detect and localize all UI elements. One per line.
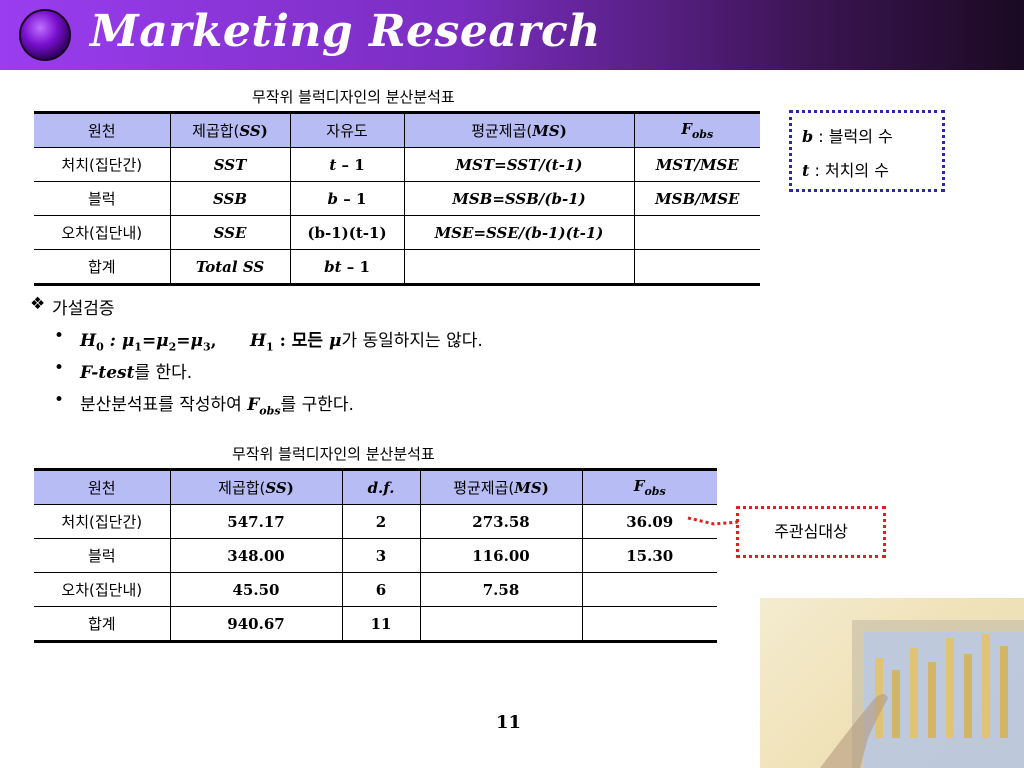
legend-t: t : 처치의 수 [802, 161, 889, 180]
col-header-fobs: Fobs [633, 111, 760, 148]
row-ms [419, 606, 582, 643]
row-source: 처치(집단간) [34, 147, 170, 182]
table-row: 블럭 348.00 3 116.00 15.30 [34, 538, 717, 573]
row-ss: 348.00 [169, 538, 342, 573]
row-ms: MST=SST/(t-1) [403, 147, 634, 182]
page-number: 11 [496, 712, 522, 733]
row-fobs: MST/MSE [633, 147, 760, 182]
row-ss: Total SS [169, 249, 290, 286]
row-ms: MSB=SSB/(b-1) [403, 181, 634, 216]
row-fobs [581, 572, 717, 607]
row-source: 처치(집단간) [34, 504, 170, 539]
row-ms [403, 249, 634, 286]
col-header-ss: 제곱합(SS) [169, 468, 342, 505]
row-ss: 45.50 [169, 572, 342, 607]
col-header-ss: 제곱합(SS) [169, 111, 290, 148]
bullet-dot-icon: • [54, 326, 65, 346]
focus-callout: 주관심대상 [736, 506, 886, 558]
row-df: 11 [341, 606, 420, 643]
bullet-dot-icon: • [54, 358, 65, 378]
row-ss: 547.17 [169, 504, 342, 539]
purple-sphere-icon [19, 9, 71, 61]
row-df: 6 [341, 572, 420, 607]
row-ms: 273.58 [419, 504, 582, 539]
row-fobs: 15.30 [581, 538, 717, 573]
title-bar: Marketing Research [0, 0, 1024, 70]
row-df: 3 [341, 538, 420, 573]
row-ss: SSB [169, 181, 290, 216]
anova-numeric-table: 원천 제곱합(SS) d.f. 평균제곱(MS) Fobs 처치(집단간) 54… [34, 468, 717, 643]
bullet-dot-icon: • [54, 390, 65, 410]
row-source: 블럭 [34, 538, 170, 573]
table2-caption: 무작위 블럭디자인의 분산분석표 [232, 445, 435, 463]
table-row: 처치(집단간) SST t – 1 MST=SST/(t-1) MST/MSE [34, 147, 760, 182]
table1-caption: 무작위 블럭디자인의 분산분석표 [252, 88, 455, 106]
row-source: 블럭 [34, 181, 170, 216]
table-row: 합계 Total SS bt – 1 [34, 249, 760, 286]
monitor-chart-illustration [820, 620, 1024, 768]
row-source: 합계 [34, 249, 170, 286]
table-row: 블럭 SSB b – 1 MSB=SSB/(b-1) MSB/MSE [34, 181, 760, 216]
col-header-df: 자유도 [289, 111, 404, 148]
diamond-bullet-icon: ❖ [30, 294, 46, 314]
row-ms: MSE=SSE/(b-1)(t-1) [403, 215, 634, 250]
slide-title: Marketing Research [90, 6, 601, 57]
table-row: 합계 940.67 11 [34, 606, 717, 643]
row-ss: SST [169, 147, 290, 182]
col-header-fobs: Fobs [581, 468, 717, 505]
col-header-source: 원천 [34, 111, 170, 148]
col-header-df: d.f. [341, 468, 420, 505]
anova-formula-table: 원천 제곱합(SS) 자유도 평균제곱(MS) Fobs 처치(집단간) SST… [34, 111, 760, 286]
col-header-ms: 평균제곱(MS) [403, 111, 634, 148]
row-ms: 116.00 [419, 538, 582, 573]
row-ss: 940.67 [169, 606, 342, 643]
row-fobs [633, 215, 760, 250]
callout-connector [687, 516, 739, 526]
row-fobs: MSB/MSE [633, 181, 760, 216]
row-df: t – 1 [289, 147, 404, 182]
table-row: 오차(집단내) SSE (b-1)(t-1) MSE=SSE/(b-1)(t-1… [34, 215, 760, 250]
monitor-photo [760, 598, 1024, 768]
table-row: 처치(집단간) 547.17 2 273.58 36.09 [34, 504, 717, 539]
row-ms: 7.58 [419, 572, 582, 607]
row-source: 오차(집단내) [34, 215, 170, 250]
legend-b: b : 블럭의 수 [802, 127, 893, 146]
col-header-source: 원천 [34, 468, 170, 505]
row-source: 오차(집단내) [34, 572, 170, 607]
table-row: 오차(집단내) 45.50 6 7.58 [34, 572, 717, 607]
row-df: (b-1)(t-1) [289, 215, 404, 250]
row-df: 2 [341, 504, 420, 539]
col-header-ms: 평균제곱(MS) [419, 468, 582, 505]
notation-legend: b : 블럭의 수 t : 처치의 수 [789, 110, 945, 192]
row-fobs [581, 606, 717, 643]
row-source: 합계 [34, 606, 170, 643]
row-df: b – 1 [289, 181, 404, 216]
row-ss: SSE [169, 215, 290, 250]
row-df: bt – 1 [289, 249, 404, 286]
table-header-row: 원천 제곱합(SS) d.f. 평균제곱(MS) Fobs [34, 468, 717, 505]
row-fobs [633, 249, 760, 286]
table-header-row: 원천 제곱합(SS) 자유도 평균제곱(MS) Fobs [34, 111, 760, 148]
